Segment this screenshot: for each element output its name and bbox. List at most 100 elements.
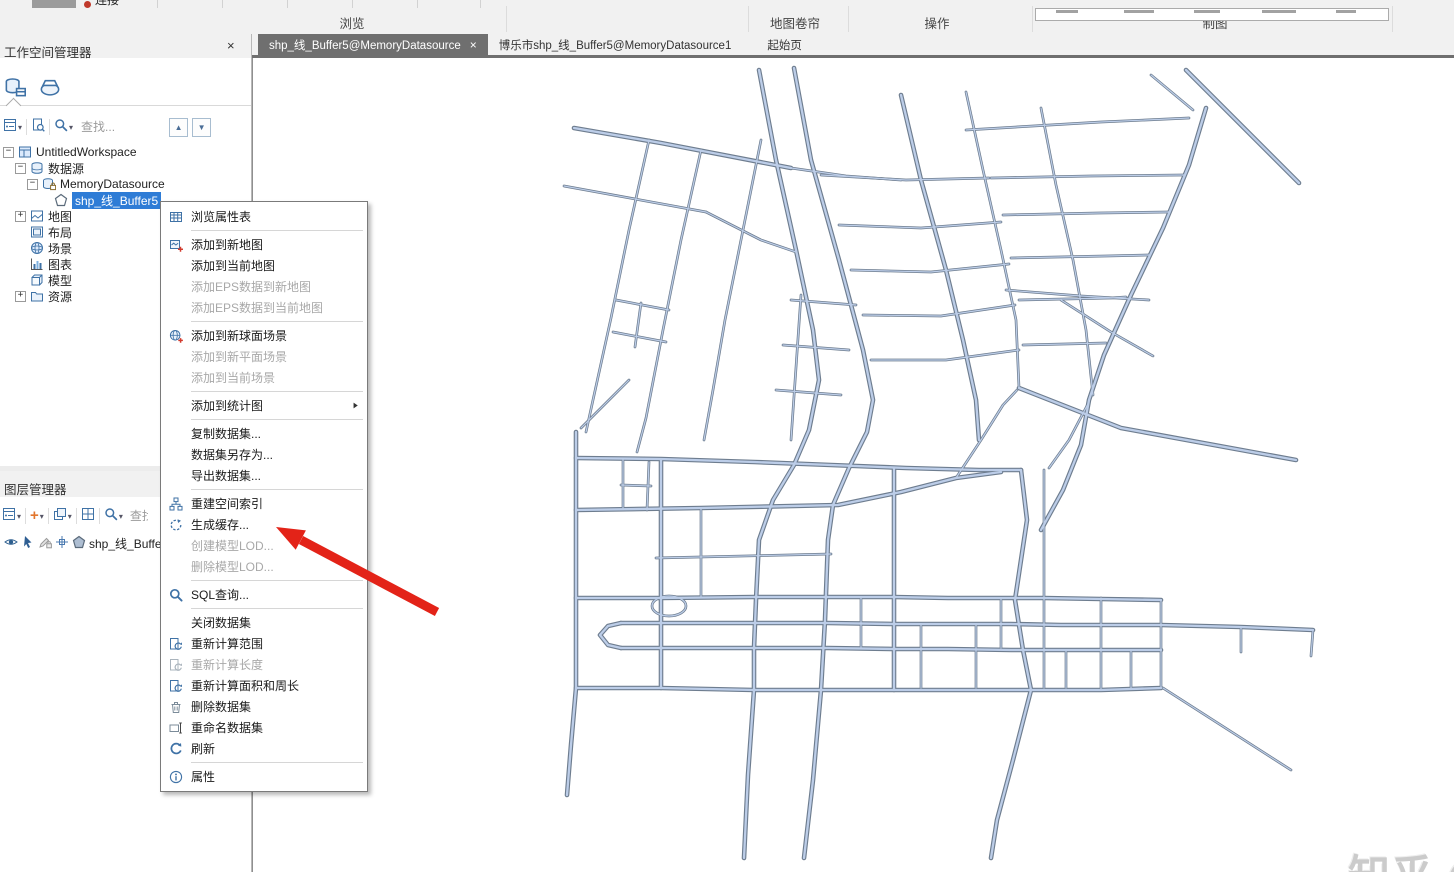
find-next-button[interactable]: ▼ [192, 118, 211, 137]
menu-item[interactable]: 刷新 [161, 738, 367, 759]
workspace-toolbar: ▾ ▾ ▲ ▼ [0, 114, 251, 140]
menu-item[interactable]: SQL查询... [161, 584, 367, 605]
clipped-toolbar-button[interactable] [32, 0, 76, 8]
search-icon[interactable] [104, 507, 118, 526]
menu-item[interactable]: 重新计算范围 [161, 633, 367, 654]
tree-item-label[interactable]: 布局 [48, 224, 72, 241]
view-options-icon[interactable] [3, 118, 17, 137]
layer-options-icon[interactable] [2, 507, 16, 526]
quick-access-strip: 连接 [0, 0, 1454, 8]
menu-item[interactable]: 重新计算面积和周长 [161, 675, 367, 696]
menu-item[interactable]: 添加到新球面场景 [161, 325, 367, 346]
document-tab[interactable]: 博乐市shp_线_Buffer5@MemoryDatasource1 [488, 34, 743, 55]
legend-icon[interactable] [81, 507, 95, 526]
close-icon[interactable]: × [227, 39, 235, 52]
menu-separator [191, 391, 363, 392]
toolbar-separator [222, 0, 223, 8]
tree-item-label[interactable]: 图表 [48, 256, 72, 273]
add-map-icon [161, 238, 191, 252]
layer-manager-title: 图层管理器 [4, 479, 67, 498]
menu-item[interactable]: 浏览属性表 [161, 206, 367, 227]
menu-separator [191, 230, 363, 231]
layer-search-input[interactable] [128, 508, 150, 524]
model-icon [29, 273, 45, 287]
tree-item-MemoryDatasource[interactable]: − MemoryDatasource [0, 176, 251, 192]
menu-item[interactable]: 复制数据集... [161, 423, 367, 444]
menu-item[interactable]: 删除数据集 [161, 696, 367, 717]
collapse-icon[interactable]: − [27, 179, 38, 190]
menu-item[interactable]: 关闭数据集 [161, 612, 367, 633]
ribbon-group-label[interactable]: 操作 [924, 13, 949, 32]
menu-item: 删除模型LOD... [161, 556, 367, 577]
menu-item[interactable]: 添加到统计图 [161, 395, 367, 416]
workspace-tab-icon[interactable] [4, 76, 26, 102]
map-viewport[interactable]: 知乎 @腾飞主笔 [252, 58, 1454, 872]
tree-item-label[interactable]: 场景 [48, 240, 72, 257]
tree-item-label[interactable]: 资源 [48, 288, 72, 305]
ribbon-group-label[interactable]: 浏览 [339, 13, 364, 32]
delete-icon [161, 700, 191, 714]
menu-item-label: 删除模型LOD... [191, 558, 351, 575]
menu-item[interactable]: 导出数据集... [161, 465, 367, 486]
spatial-index-icon [161, 497, 191, 511]
tree-item-label[interactable]: 数据源 [48, 160, 84, 177]
document-tab-label: shp_线_Buffer5@MemoryDatasource [269, 37, 461, 53]
connect-button[interactable]: 连接 [84, 0, 119, 8]
menu-item-label: 重建空间索引 [191, 495, 351, 512]
menu-item[interactable]: 重命名数据集 [161, 717, 367, 738]
tree-item-数据源[interactable]: − 数据源 [0, 160, 251, 176]
submenu-arrow-icon [351, 401, 367, 410]
layers-icon[interactable] [53, 507, 67, 526]
search-icon[interactable] [54, 118, 68, 137]
document-tab[interactable]: shp_线_Buffer5@MemoryDatasource × [258, 34, 488, 55]
edit-lock-icon[interactable] [38, 535, 52, 552]
menu-item-label: 添加到新球面场景 [191, 327, 351, 344]
visibility-eye-icon[interactable] [4, 535, 18, 552]
menu-item-label: SQL查询... [191, 586, 351, 603]
menu-item[interactable]: 添加到当前地图 [161, 255, 367, 276]
tab-close-icon[interactable]: × [470, 40, 477, 50]
menu-item-label: 添加EPS数据到当前地图 [191, 299, 351, 316]
ribbon-separator [848, 6, 849, 32]
workspace-search-input[interactable] [79, 119, 165, 135]
add-layer-icon[interactable]: + [30, 509, 39, 523]
chevron-down-icon: ▾ [40, 512, 44, 521]
collapse-icon[interactable]: − [15, 163, 26, 174]
layer-geometry-icon [72, 535, 86, 552]
menu-item[interactable]: 生成缓存... [161, 514, 367, 535]
tab-divider [0, 105, 251, 112]
menu-item-label: 重新计算面积和周长 [191, 677, 351, 694]
ribbon-separator [748, 6, 749, 32]
snap-icon[interactable] [55, 535, 69, 552]
globe-add-icon [161, 329, 191, 343]
menu-item[interactable]: 添加到新地图 [161, 234, 367, 255]
menu-item-label: 重新计算长度 [191, 656, 351, 673]
menu-item[interactable]: 数据集另存为... [161, 444, 367, 465]
menu-item-label: 重命名数据集 [191, 719, 351, 736]
tree-item-label[interactable]: shp_线_Buffer5 [72, 192, 161, 209]
tree-item-label[interactable]: 地图 [48, 208, 72, 225]
menu-separator [191, 580, 363, 581]
menu-separator [191, 489, 363, 490]
expand-icon[interactable]: + [15, 291, 26, 302]
clipped-text-fragment [1336, 10, 1356, 13]
menu-item[interactable]: 属性 [161, 766, 367, 787]
document-tab[interactable]: 起始页 [756, 34, 813, 55]
tree-item-label[interactable]: MemoryDatasource [60, 177, 165, 191]
tree-item-label[interactable]: UntitledWorkspace [36, 145, 137, 159]
info-icon [161, 770, 191, 784]
tree-item-label[interactable]: 模型 [48, 272, 72, 289]
find-previous-button[interactable]: ▲ [169, 118, 188, 137]
menu-item[interactable]: 重建空间索引 [161, 493, 367, 514]
ribbon-group-label[interactable]: 地图卷帘 [770, 13, 820, 32]
chevron-down-icon: ▾ [18, 123, 22, 132]
attr-table-icon [161, 210, 191, 224]
selectable-cursor-icon[interactable] [21, 535, 35, 552]
menu-item-label: 删除数据集 [191, 698, 351, 715]
workspace-icon [17, 145, 33, 159]
expand-icon[interactable]: + [15, 211, 26, 222]
collapse-icon[interactable]: − [3, 147, 14, 158]
locate-dataset-icon[interactable] [31, 118, 45, 137]
tree-item-UntitledWorkspace[interactable]: − UntitledWorkspace [0, 144, 251, 160]
datasource-tab-icon[interactable] [39, 76, 61, 102]
